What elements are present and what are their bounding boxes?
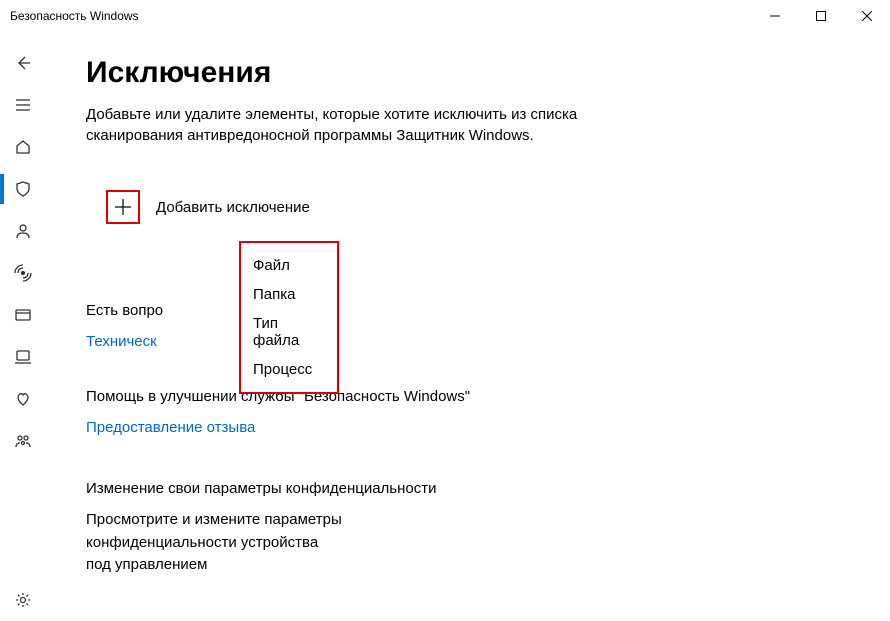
sidebar-item-device-security[interactable]: [0, 336, 46, 378]
feedback-link[interactable]: Предоставление отзыва: [86, 415, 255, 436]
section-privacy: Изменение свои параметры конфиденциально…: [86, 478, 506, 577]
dropdown-item-filetype[interactable]: Тип файла: [253, 309, 325, 355]
privacy-title: Изменение свои параметры конфиденциально…: [86, 478, 506, 499]
exclusion-type-dropdown: Файл Папка Тип файла Процесс: [239, 241, 339, 394]
add-exclusion-label: Добавить исключение: [156, 199, 310, 216]
dropdown-item-file[interactable]: Файл: [253, 251, 325, 280]
page-description: Добавьте или удалите элементы, которые х…: [86, 104, 606, 146]
back-button[interactable]: [0, 42, 46, 84]
sidebar-item-firewall[interactable]: [0, 252, 46, 294]
sidebar-item-account[interactable]: [0, 210, 46, 252]
plus-icon: [106, 190, 140, 224]
add-exclusion-button[interactable]: Добавить исключение: [106, 190, 850, 224]
maximize-button[interactable]: [798, 0, 844, 32]
titlebar: Безопасность Windows: [0, 0, 890, 32]
minimize-button[interactable]: [752, 0, 798, 32]
sidebar-item-performance[interactable]: [0, 378, 46, 420]
page-title: Исключения: [86, 56, 850, 90]
dropdown-item-folder[interactable]: Папка: [253, 280, 325, 309]
privacy-desc: Просмотрите и измените параметры конфиде…: [86, 509, 346, 577]
sidebar-item-app-control[interactable]: [0, 294, 46, 336]
main-content: Исключения Добавьте или удалите элементы…: [46, 32, 890, 621]
sidebar-item-family[interactable]: [0, 420, 46, 462]
window-title: Безопасность Windows: [10, 9, 139, 23]
close-button[interactable]: [844, 0, 890, 32]
sidebar-item-virus-protection[interactable]: [0, 168, 46, 210]
window-controls: [752, 0, 890, 32]
sidebar-item-settings[interactable]: [0, 579, 46, 621]
dropdown-item-process[interactable]: Процесс: [253, 355, 325, 384]
menu-button[interactable]: [0, 84, 46, 126]
sidebar: [0, 32, 46, 621]
sidebar-item-home[interactable]: [0, 126, 46, 168]
questions-link[interactable]: Техническ: [86, 329, 157, 350]
